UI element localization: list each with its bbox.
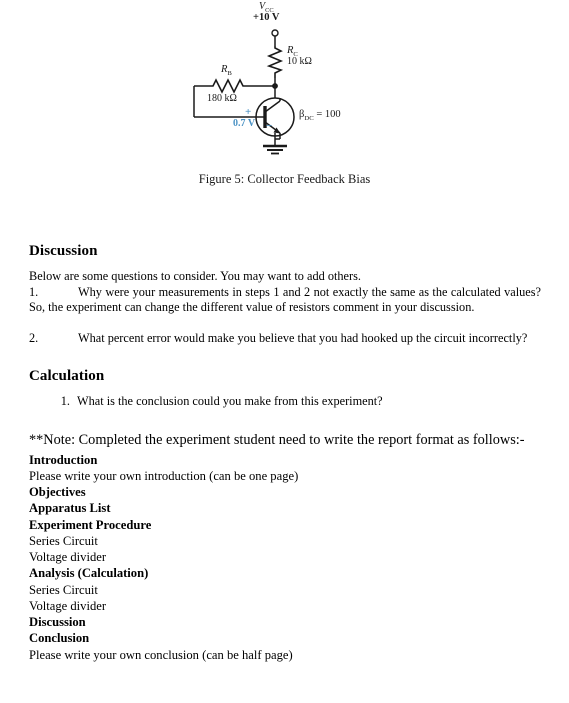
question-1-text: Why were your measurements in steps 1 an…: [29, 284, 541, 315]
list-item: Voltage divider: [29, 598, 107, 613]
discussion-heading: Discussion: [29, 243, 98, 259]
question-2-text: What percent error would make you believ…: [78, 331, 528, 346]
vbe-value-label: 0.7 V: [233, 118, 256, 129]
rc-value-label: 10 kΩ: [287, 56, 312, 67]
rb-value-label: 180 kΩ: [207, 93, 237, 104]
note-text: **Note: Completed the experiment student…: [29, 431, 525, 448]
resistor-rb-icon: [209, 78, 246, 94]
list-item: Please write your own conclusion (can be…: [29, 647, 293, 662]
list-item: Objectives: [29, 485, 86, 500]
rb-label: RB: [221, 64, 232, 78]
calculation-list: What is the conclusion could you make fr…: [29, 394, 541, 410]
vbe-plus-label: +: [245, 106, 252, 118]
supply-value-label: +10 V: [253, 12, 280, 23]
discussion-intro: Below are some questions to consider. Yo…: [29, 269, 361, 283]
vbe-minus-label: −: [266, 120, 273, 132]
discussion-question-2: 2. What percent error would make you beli…: [29, 331, 541, 347]
circuit-diagram: VCC +10 V RC 10 kΩ RB 180 kΩ + 0.7 V − β…: [183, 1, 393, 157]
list-item: What is the conclusion could you make fr…: [73, 394, 541, 410]
report-format-list: Introduction Please write your own intro…: [29, 452, 541, 663]
supply-terminal-icon: [271, 29, 279, 37]
list-item: Series Circuit: [29, 582, 98, 597]
list-item: Apparatus List: [29, 501, 111, 516]
document-page: VCC +10 V RC 10 kΩ RB 180 kΩ + 0.7 V − β…: [0, 0, 569, 703]
list-item: Conclusion: [29, 631, 90, 646]
list-item: Discussion: [29, 615, 86, 630]
resistor-rc-icon: [266, 46, 284, 78]
calculation-heading: Calculation: [29, 367, 105, 384]
figure-block: VCC +10 V RC 10 kΩ RB 180 kΩ + 0.7 V − β…: [0, 0, 569, 200]
question-1-number: 1.: [29, 284, 39, 299]
list-item: Series Circuit: [29, 533, 98, 548]
list-item: Introduction: [29, 452, 98, 467]
list-item: Voltage divider: [29, 550, 107, 565]
list-item: Analysis (Calculation): [29, 566, 149, 581]
list-item: Please write your own introduction (can …: [29, 469, 299, 484]
document-content: Discussion Below are some questions to c…: [29, 243, 541, 663]
beta-label: βDC = 100: [299, 109, 341, 123]
circuit-svg: [193, 29, 295, 155]
question-2-number: 2.: [29, 331, 39, 346]
figure-caption: Figure 5: Collector Feedback Bias: [198, 172, 371, 186]
transistor-collector-lead: [264, 100, 281, 113]
discussion-question-1: 1. Why were your measurements in steps 1 …: [29, 285, 541, 316]
list-item: Experiment Procedure: [29, 517, 152, 532]
